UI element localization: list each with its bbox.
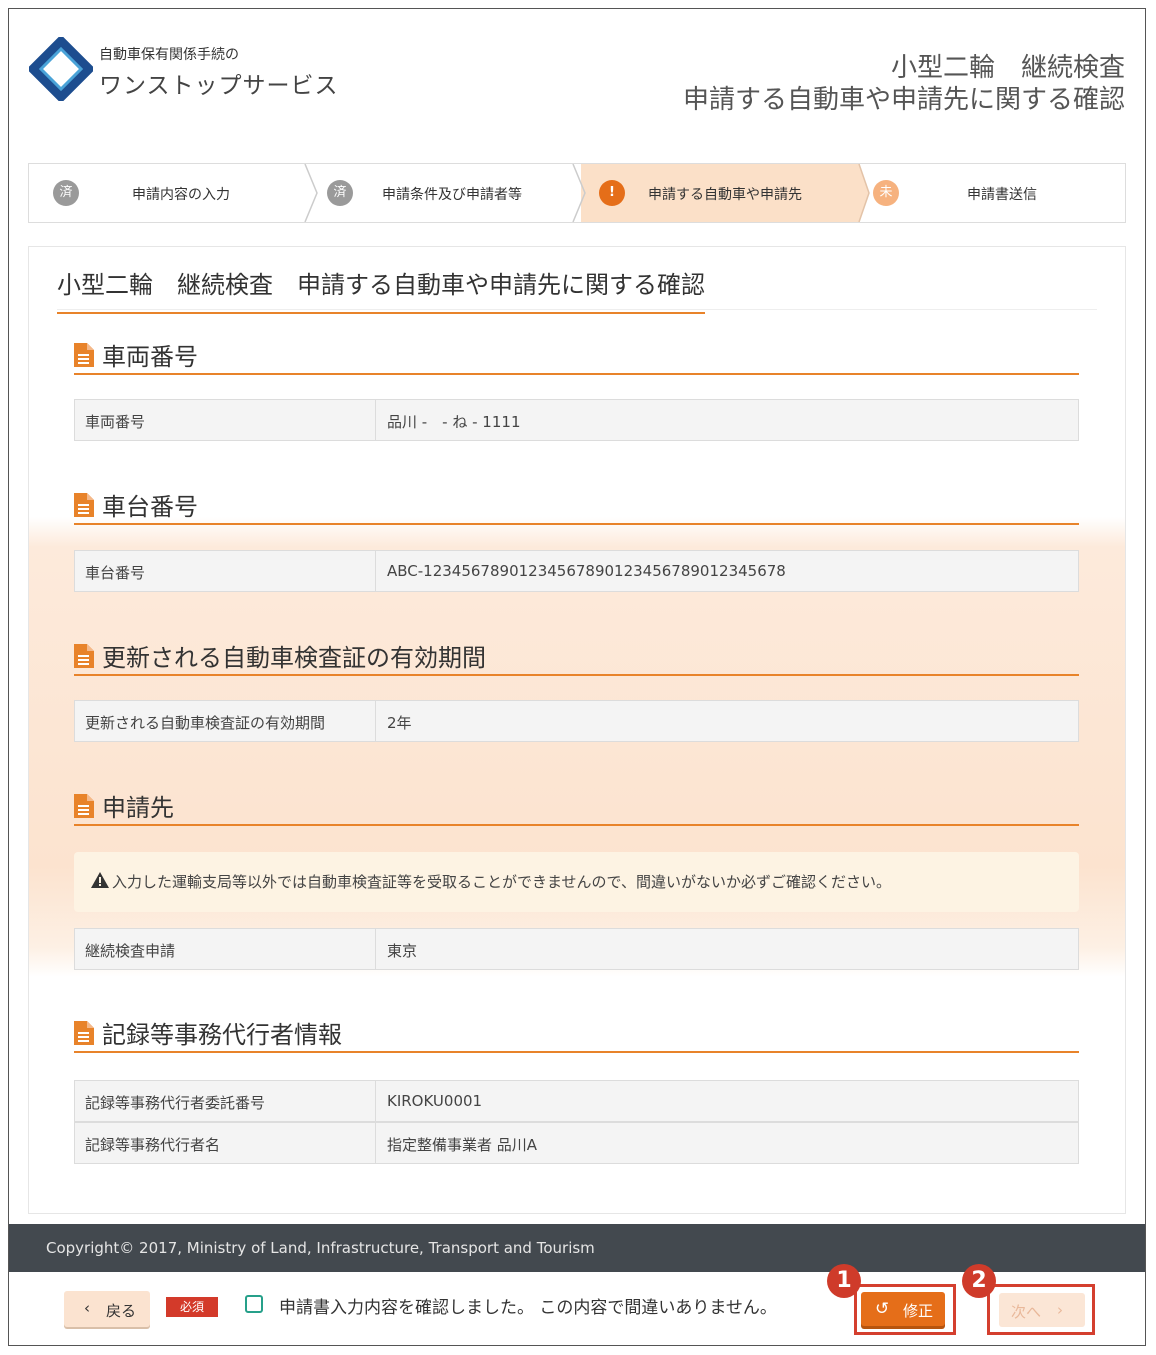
warning-text: 入力した運輸支局等以外では自動車検査証等を受取ることができませんので、間違いがな… (112, 873, 891, 891)
step-label: 申請内容の入力 (132, 187, 230, 203)
row-value: 指定整備事業者 品川A (387, 1136, 538, 1154)
section-heading: 申請先 (102, 794, 174, 822)
table-row: 継続検査申請 東京 (74, 928, 1079, 970)
step-label: 申請書送信 (967, 187, 1037, 203)
section-heading: 車両番号 (102, 343, 198, 371)
table-row: 車台番号 ABC-1234567890123456789012345678901… (74, 550, 1079, 592)
row-label: 記録等事務代行者委託番号 (85, 1094, 266, 1112)
section-heading: 記録等事務代行者情報 (102, 1021, 342, 1049)
document-icon (74, 1021, 94, 1045)
page-frame: 自動車保有関係手続の ワンストップサービス 小型二輪 継続検査 申請する自動車や… (8, 8, 1146, 1346)
confirm-checkbox[interactable] (245, 1295, 263, 1313)
next-button[interactable]: 次へ › (999, 1293, 1085, 1327)
row-label: 記録等事務代行者名 (85, 1136, 221, 1154)
header-title-line2: 申請する自動車や申請先に関する確認 (682, 85, 1125, 115)
row-label: 車台番号 (85, 564, 146, 582)
table-row: 更新される自動車検査証の有効期間 2年 (74, 700, 1079, 742)
document-icon (74, 493, 94, 517)
annotation-badge-1: 1 (827, 1264, 861, 1298)
section-application-destination: 申請先 (74, 788, 1079, 826)
step-pending-icon: 未 (873, 180, 899, 206)
fix-button-label: 修正 (903, 1302, 934, 1320)
row-value: ABC-123456789012345678901234567890123456… (387, 562, 786, 580)
section-vehicle-number: 車両番号 (74, 337, 1079, 375)
row-divider (375, 400, 376, 440)
row-value: 2年 (387, 714, 412, 732)
confirm-label[interactable]: 申請書入力内容を確認しました。 この内容で間違いありません。 (279, 1293, 777, 1318)
row-value: 東京 (387, 942, 418, 960)
undo-icon: ↺ (875, 1299, 890, 1319)
step-2: 済 申請条件及び申請者等 (309, 164, 579, 222)
logo-subtitle: 自動車保有関係手続の (99, 47, 239, 63)
fix-button[interactable]: ↺ 修正 (861, 1292, 945, 1326)
section-agent-info: 記録等事務代行者情報 (74, 1015, 1079, 1053)
row-value: KIROKU0001 (387, 1092, 483, 1110)
exclamation-icon: ! (599, 180, 625, 206)
chevron-left-icon: ‹ (84, 1299, 90, 1317)
row-divider (375, 1123, 376, 1163)
logo-title: ワンストップサービス (99, 73, 339, 99)
step-4: 未 申請書送信 (859, 164, 1125, 222)
next-button-label: 次へ (1011, 1303, 1042, 1321)
row-label: 継続検査申請 (85, 942, 176, 960)
row-divider (375, 551, 376, 591)
row-divider (375, 701, 376, 741)
table-row: 記録等事務代行者名 指定整備事業者 品川A (74, 1122, 1079, 1164)
step-label: 申請する自動車や申請先 (648, 187, 802, 203)
step-1: 済 申請内容の入力 (29, 164, 309, 222)
row-divider (375, 929, 376, 969)
section-heading: 更新される自動車検査証の有効期間 (102, 644, 486, 672)
step-done-icon: 済 (53, 180, 79, 206)
row-divider (375, 1081, 376, 1121)
document-icon (74, 644, 94, 668)
document-icon (74, 343, 94, 367)
document-icon (74, 794, 94, 818)
page-title: 小型二輪 継続検査 申請する自動車や申請先に関する確認 (57, 265, 705, 314)
warning-message: 入力した運輸支局等以外では自動車検査証等を受取ることができませんので、間違いがな… (74, 852, 1079, 912)
section-heading: 車台番号 (102, 493, 198, 521)
row-label: 更新される自動車検査証の有効期間 (85, 714, 326, 732)
annotation-badge-2: 2 (962, 1264, 996, 1298)
back-button[interactable]: ‹ 戻る (64, 1291, 150, 1327)
table-row: 車両番号 品川 - - ね - 1111 (74, 399, 1079, 441)
section-chassis-number: 車台番号 (74, 487, 1079, 525)
back-button-label: 戻る (106, 1302, 137, 1320)
chevron-right-icon: › (1057, 1301, 1063, 1319)
warning-icon (91, 872, 109, 888)
row-label: 車両番号 (85, 413, 146, 431)
step-done-icon: 済 (327, 180, 353, 206)
ministry-logo-icon (29, 37, 93, 101)
required-badge: 必須 (166, 1297, 218, 1317)
row-value: 品川 - - ね - 1111 (387, 413, 521, 431)
copyright-text: Copyright© 2017, Ministry of Land, Infra… (46, 1239, 595, 1257)
step-3: ! 申請する自動車や申請先 (581, 164, 859, 222)
progress-steps: 済 申請内容の入力 済 申請条件及び申請者等 ! 申請する自動車や申請先 未 申… (28, 163, 1126, 223)
section-validity-period: 更新される自動車検査証の有効期間 (74, 638, 1079, 676)
table-row: 記録等事務代行者委託番号 KIROKU0001 (74, 1080, 1079, 1122)
step-label: 申請条件及び申請者等 (382, 187, 522, 203)
confirmation-panel: 小型二輪 継続検査 申請する自動車や申請先に関する確認 車両番号 車両番号 品川… (28, 246, 1126, 1214)
